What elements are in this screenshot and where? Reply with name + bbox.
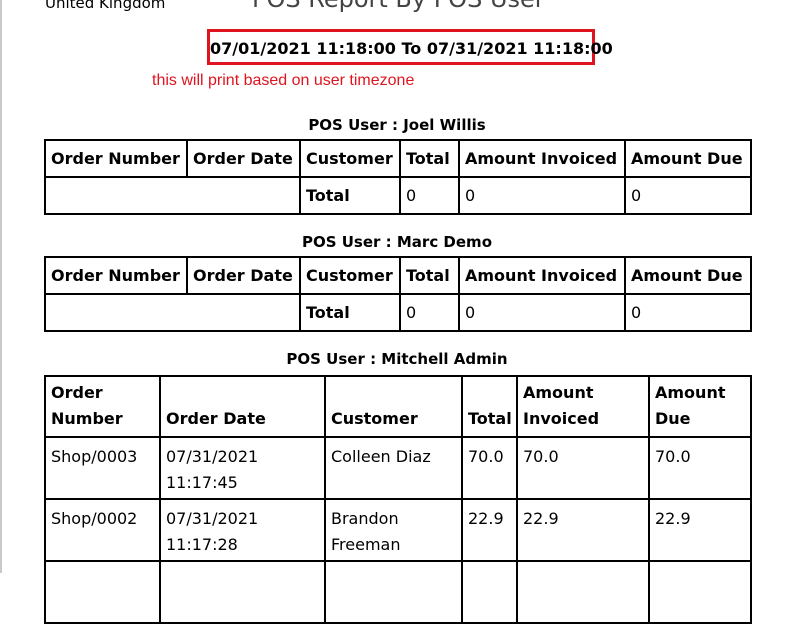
empty-cell [461,560,518,624]
company-name: United Kingdom [45,0,166,12]
summary-amount-due: 0 [624,293,752,332]
column-header: Total [399,139,460,178]
empty-cell [159,560,326,624]
customer-cell: Colleen Diaz [324,436,463,500]
order-number-cell: Shop/0002 [44,498,161,562]
column-header: Customer [324,375,463,438]
empty-cell [44,293,301,332]
column-header: Order Number [44,375,161,438]
summary-amount-invoiced: 0 [458,293,626,332]
table-header-row: Order Number Order Date Customer Total A… [44,375,752,438]
summary-label: Total [299,176,401,215]
pos-user-table: Order Number Order Date Customer Total A… [44,375,752,624]
empty-cell [44,176,301,215]
table-row: Shop/0002 07/31/2021 11:17:28 Brandon Fr… [44,498,752,562]
total-cell: 22.9 [461,498,518,562]
date-range-highlight: 07/01/2021 11:18:00 To 07/31/2021 11:18:… [207,29,613,65]
section-title: POS User : Marc Demo [301,233,492,251]
column-header: Total [461,375,518,438]
empty-cell [44,560,161,624]
column-header: Order Date [186,256,301,295]
column-header: Order Number [44,256,188,295]
amount-due-cell: 70.0 [648,436,752,500]
section-title: POS User : Joel Willis [308,116,486,134]
table-row: Shop/0003 07/31/2021 11:17:45 Colleen Di… [44,436,752,500]
column-header: Order Number [44,139,188,178]
column-header: Order Date [159,375,326,438]
date-range: 07/01/2021 11:18:00 To 07/31/2021 11:18:… [210,39,613,58]
amount-invoiced-cell: 22.9 [516,498,650,562]
column-header: Amount Invoiced [458,139,626,178]
summary-total: 0 [399,176,460,215]
summary-amount-due: 0 [624,176,752,215]
column-header: Amount Due [624,139,752,178]
summary-total: 0 [399,293,460,332]
report-title: POS Report By POS User [252,0,545,14]
pos-user-table: Order Number Order Date Customer Total A… [44,139,752,215]
timezone-annotation: this will print based on user timezone [152,72,415,89]
column-header: Amount Invoiced [458,256,626,295]
column-header: Customer [299,139,401,178]
customer-cell: Brandon Freeman [324,498,463,562]
summary-row: Total 0 0 0 [44,293,752,332]
table-header-row: Order Number Order Date Customer Total A… [44,139,752,178]
column-header: Amount Due [624,256,752,295]
order-date-cell: 07/31/2021 11:17:28 [159,498,326,562]
order-number-cell: Shop/0003 [44,436,161,500]
section-title: POS User : Mitchell Admin [286,350,508,368]
pos-user-table: Order Number Order Date Customer Total A… [44,256,752,332]
total-cell: 70.0 [461,436,518,500]
empty-cell [648,560,752,624]
column-header: Customer [299,256,401,295]
table-row [44,560,752,624]
summary-amount-invoiced: 0 [458,176,626,215]
table-header-row: Order Number Order Date Customer Total A… [44,256,752,295]
column-header: Order Date [186,139,301,178]
column-header: Amount Invoiced [516,375,650,438]
summary-row: Total 0 0 0 [44,176,752,215]
order-date-cell: 07/31/2021 11:17:45 [159,436,326,500]
summary-label: Total [299,293,401,332]
amount-due-cell: 22.9 [648,498,752,562]
amount-invoiced-cell: 70.0 [516,436,650,500]
empty-cell [324,560,463,624]
empty-cell [516,560,650,624]
page-edge [0,0,2,573]
column-header: Total [399,256,460,295]
column-header: Amount Due [648,375,752,438]
